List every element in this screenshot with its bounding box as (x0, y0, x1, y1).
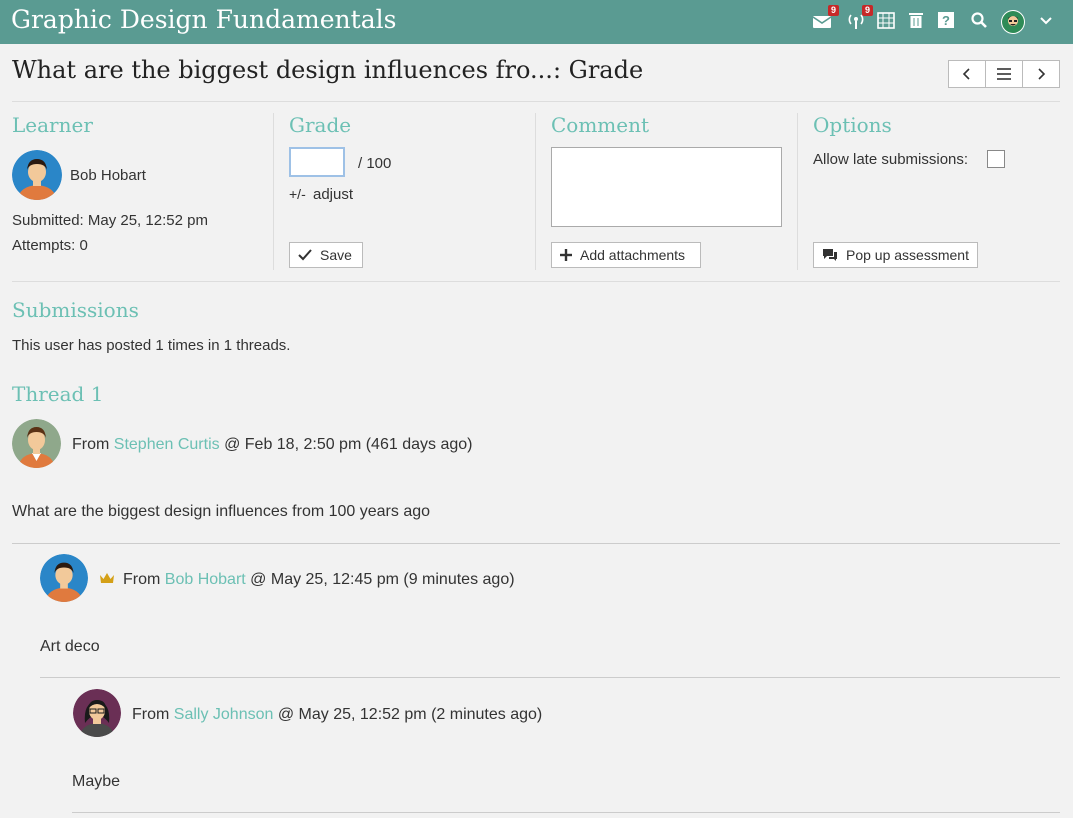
page-title: What are the biggest design influences f… (12, 56, 644, 84)
post-body: Maybe (72, 773, 121, 790)
bob-hobart-avatar (40, 554, 88, 602)
mail-badge: 9 (827, 5, 839, 16)
comment-textarea[interactable] (551, 147, 782, 227)
learner-heading: Learner (12, 113, 93, 137)
post-header: From Stephen Curtis @ Feb 18, 2:50 pm (4… (72, 436, 472, 454)
user-avatar[interactable] (1001, 10, 1025, 34)
app-title: Graphic Design Fundamentals (11, 5, 397, 34)
pop-up-assessment-button[interactable]: Pop up assessment (813, 242, 978, 268)
late-submissions-checkbox[interactable] (987, 150, 1005, 168)
thread-heading: Thread 1 (12, 382, 104, 406)
divider (12, 281, 1060, 282)
post-meta: @ May 25, 12:45 pm (9 minutes ago) (250, 571, 515, 588)
chat-icon (823, 249, 837, 261)
chevron-left-icon (962, 68, 970, 80)
crown-icon (100, 573, 114, 583)
adjust-link[interactable]: adjust (313, 186, 353, 203)
divider (72, 812, 1060, 813)
from-label: From (72, 436, 110, 453)
calendar-icon[interactable] (877, 11, 899, 33)
menu-icon (997, 68, 1011, 80)
submissions-heading: Submissions (12, 298, 139, 322)
grade-input[interactable] (289, 147, 345, 177)
grade-max: / 100 (358, 155, 392, 172)
search-icon[interactable] (970, 11, 992, 33)
late-submissions-label: Allow late submissions: (813, 151, 969, 168)
list-button[interactable] (986, 61, 1023, 87)
sally-johnson-avatar (73, 689, 121, 737)
chevron-right-icon (1038, 68, 1046, 80)
submissions-summary: This user has posted 1 times in 1 thread… (12, 337, 291, 354)
from-label: From (132, 706, 170, 723)
help-icon[interactable]: ? (937, 11, 959, 33)
attempts-text: Attempts: 0 (12, 237, 88, 254)
broadcast-badge: 9 (861, 5, 873, 16)
from-label: From (123, 571, 161, 588)
divider (40, 677, 1060, 678)
learner-name-link[interactable]: Bob Hobart (70, 167, 146, 184)
check-icon (298, 249, 312, 261)
plus-icon (560, 249, 572, 261)
pager (948, 60, 1060, 88)
submitted-text: Submitted: May 25, 12:52 pm (12, 212, 208, 229)
divider (12, 101, 1060, 102)
add-attachments-button[interactable]: Add attachments (551, 242, 701, 268)
next-button[interactable] (1023, 61, 1059, 87)
broadcast-icon[interactable]: 9 (846, 5, 873, 33)
mail-icon[interactable]: 9 (812, 5, 839, 33)
save-label: Save (320, 247, 352, 263)
pop-up-assessment-label: Pop up assessment (846, 247, 969, 263)
top-bar: Graphic Design Fundamentals 9 9 ? (0, 0, 1073, 44)
trash-icon[interactable] (907, 11, 929, 33)
column-divider (273, 113, 274, 270)
chevron-down-icon[interactable] (1038, 13, 1060, 35)
post-header: From Bob Hobart @ May 25, 12:45 pm (9 mi… (123, 571, 515, 589)
post-meta: @ May 25, 12:52 pm (2 minutes ago) (277, 706, 543, 723)
adjust-prefix: +/- (289, 186, 306, 202)
save-button[interactable]: Save (289, 242, 363, 268)
post-meta: @ Feb 18, 2:50 pm (461 days ago) (224, 436, 473, 453)
author-link[interactable]: Stephen Curtis (114, 436, 220, 453)
stephen-curtis-avatar (12, 419, 61, 468)
learner-avatar (12, 150, 62, 200)
svg-text:?: ? (942, 13, 950, 28)
column-divider (535, 113, 536, 270)
previous-button[interactable] (949, 61, 986, 87)
add-attachments-label: Add attachments (580, 247, 686, 263)
divider (12, 543, 1060, 544)
author-link[interactable]: Bob Hobart (165, 571, 246, 588)
column-divider (797, 113, 798, 270)
post-header: From Sally Johnson @ May 25, 12:52 pm (2… (132, 706, 542, 724)
comment-heading: Comment (551, 113, 650, 137)
grade-heading: Grade (289, 113, 352, 137)
author-link[interactable]: Sally Johnson (174, 706, 274, 723)
post-body: Art deco (40, 638, 100, 655)
post-body: What are the biggest design influences f… (12, 503, 431, 520)
options-heading: Options (813, 113, 892, 137)
